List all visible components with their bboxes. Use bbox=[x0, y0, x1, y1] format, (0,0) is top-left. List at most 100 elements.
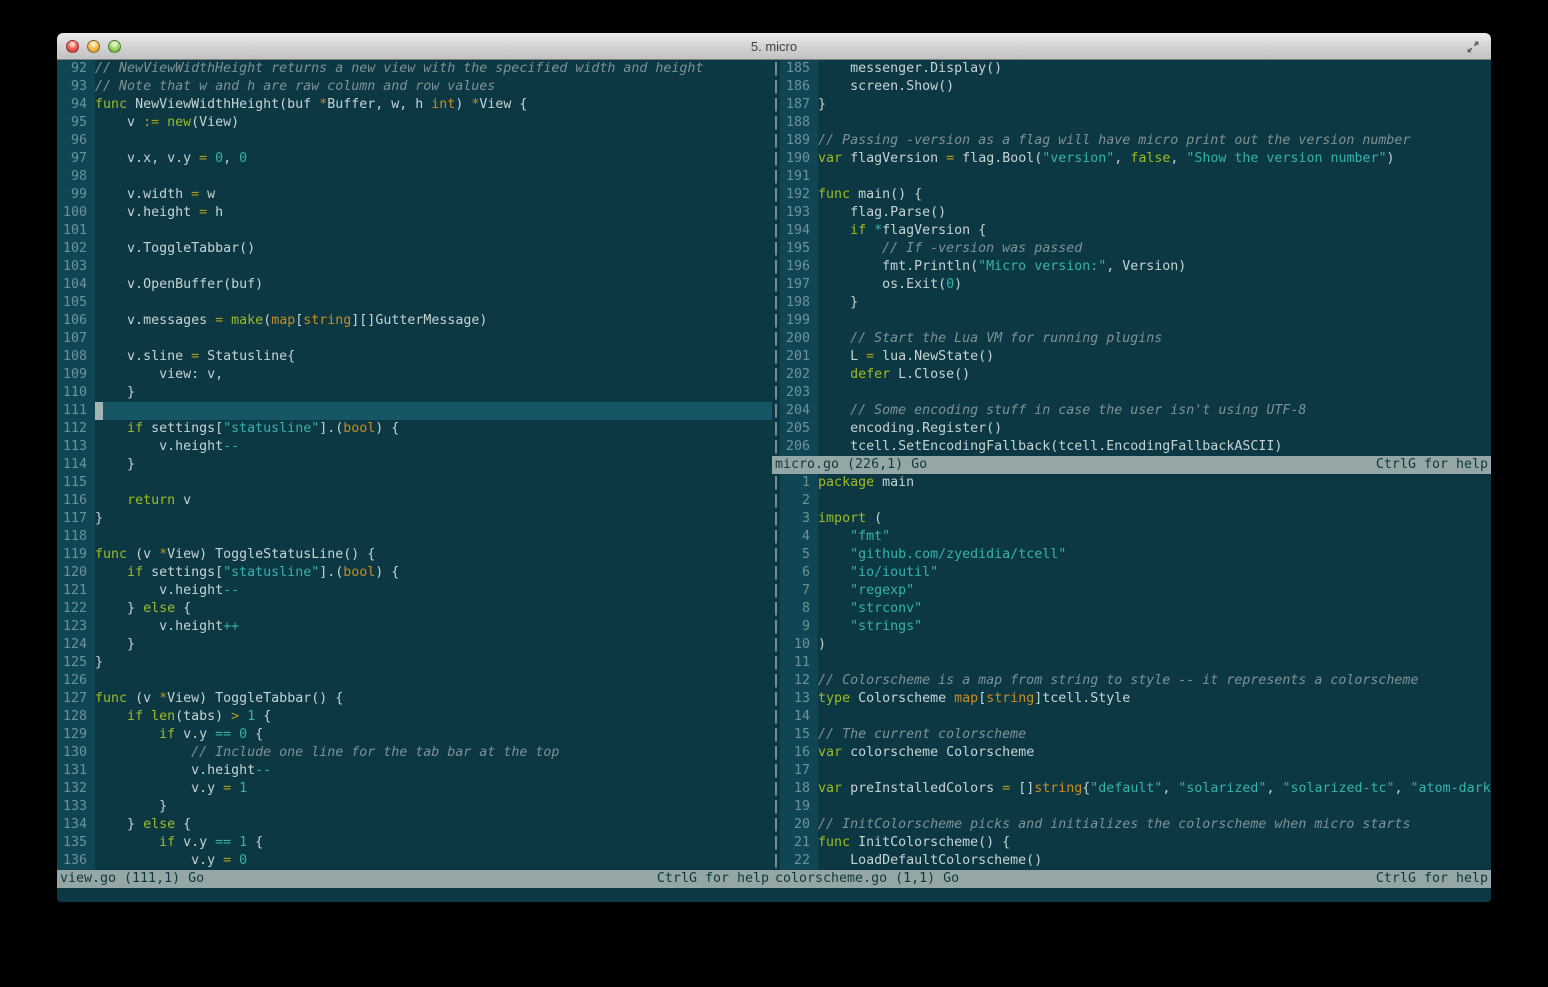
code-line[interactable]: | 199 bbox=[772, 312, 1491, 330]
code-line[interactable]: | 13 type Colorscheme map[string]tcell.S… bbox=[772, 690, 1491, 708]
code-line[interactable]: 113 v.height-- bbox=[57, 438, 772, 456]
code-line[interactable]: 93 // Note that w and h are raw column a… bbox=[57, 78, 772, 96]
code-line[interactable]: 133 } bbox=[57, 798, 772, 816]
code-line[interactable]: 132 v.y = 1 bbox=[57, 780, 772, 798]
code-line[interactable]: 126 bbox=[57, 672, 772, 690]
code-line[interactable]: 97 v.x, v.y = 0, 0 bbox=[57, 150, 772, 168]
code-line[interactable]: | 12 // Colorscheme is a map from string… bbox=[772, 672, 1491, 690]
code-line[interactable]: | 10 ) bbox=[772, 636, 1491, 654]
code-line[interactable]: | 7 "regexp" bbox=[772, 582, 1491, 600]
code-line[interactable]: 123 v.height++ bbox=[57, 618, 772, 636]
code-line[interactable]: | 8 "strconv" bbox=[772, 600, 1491, 618]
code-line[interactable]: | 14 bbox=[772, 708, 1491, 726]
line-number: 10 bbox=[780, 636, 819, 654]
code-line[interactable]: 130 // Include one line for the tab bar … bbox=[57, 744, 772, 762]
code-line[interactable]: 127 func (v *View) ToggleTabbar() { bbox=[57, 690, 772, 708]
code-line[interactable]: | 6 "io/ioutil" bbox=[772, 564, 1491, 582]
code-line[interactable]: 108 v.sline = Statusline{ bbox=[57, 348, 772, 366]
code-line[interactable]: 134 } else { bbox=[57, 816, 772, 834]
code-line[interactable]: 102 v.ToggleTabbar() bbox=[57, 240, 772, 258]
code-line[interactable]: | 18 var preInstalledColors = []string{"… bbox=[772, 780, 1491, 798]
code-line[interactable]: | 198 } bbox=[772, 294, 1491, 312]
code-line[interactable]: | 187 } bbox=[772, 96, 1491, 114]
code-line[interactable]: | 196 fmt.Println("Micro version:", Versi… bbox=[772, 258, 1491, 276]
code-line[interactable]: 112 if settings["statusline"].(bool) { bbox=[57, 420, 772, 438]
code-line[interactable]: | 185 messenger.Display() bbox=[772, 60, 1491, 78]
code-line[interactable]: 118 bbox=[57, 528, 772, 546]
code-line[interactable]: | 2 bbox=[772, 492, 1491, 510]
code-line[interactable]: | 1 package main bbox=[772, 474, 1491, 492]
line-number: 200 bbox=[780, 330, 819, 348]
code-line[interactable]: 110 } bbox=[57, 384, 772, 402]
code-line[interactable]: | 186 screen.Show() bbox=[772, 78, 1491, 96]
code-line[interactable]: 103 bbox=[57, 258, 772, 276]
line-number: 3 bbox=[780, 510, 819, 528]
code-line[interactable]: 131 v.height-- bbox=[57, 762, 772, 780]
code-line[interactable]: | 193 flag.Parse() bbox=[772, 204, 1491, 222]
code-line[interactable]: 128 if len(tabs) > 1 { bbox=[57, 708, 772, 726]
code-line[interactable]: | 188 bbox=[772, 114, 1491, 132]
code-line[interactable]: 106 v.messages = make(map[string][]Gutte… bbox=[57, 312, 772, 330]
code-line[interactable]: | 206 tcell.SetEncodingFallback(tcell.Enc… bbox=[772, 438, 1491, 456]
code-line[interactable]: | 16 var colorscheme Colorscheme bbox=[772, 744, 1491, 762]
code-line[interactable]: 99 v.width = w bbox=[57, 186, 772, 204]
line-number: 96 bbox=[57, 132, 96, 150]
code-line[interactable]: 105 bbox=[57, 294, 772, 312]
code-line[interactable]: | 200 // Start the Lua VM for running plu… bbox=[772, 330, 1491, 348]
code-line[interactable]: 124 } bbox=[57, 636, 772, 654]
code-line[interactable]: | 4 "fmt" bbox=[772, 528, 1491, 546]
code-line[interactable]: 94 func NewViewWidthHeight(buf *Buffer, … bbox=[57, 96, 772, 114]
code-line[interactable]: 109 view: v, bbox=[57, 366, 772, 384]
code-line[interactable]: 101 bbox=[57, 222, 772, 240]
code-line[interactable]: 114 } bbox=[57, 456, 772, 474]
code-line[interactable]: 104 v.OpenBuffer(buf) bbox=[57, 276, 772, 294]
code-line[interactable]: | 201 L = lua.NewState() bbox=[772, 348, 1491, 366]
code-line[interactable]: 129 if v.y == 0 { bbox=[57, 726, 772, 744]
code-line[interactable]: | 203 bbox=[772, 384, 1491, 402]
code-line[interactable]: | 191 bbox=[772, 168, 1491, 186]
code-line[interactable]: | 19 bbox=[772, 798, 1491, 816]
code-line[interactable]: 100 v.height = h bbox=[57, 204, 772, 222]
code-line[interactable]: | 192 func main() { bbox=[772, 186, 1491, 204]
code-text: } bbox=[95, 655, 104, 670]
code-line[interactable]: | 197 os.Exit(0) bbox=[772, 276, 1491, 294]
code-line[interactable]: 119 func (v *View) ToggleStatusLine() { bbox=[57, 546, 772, 564]
code-line[interactable]: | 204 // Some encoding stuff in case the … bbox=[772, 402, 1491, 420]
code-line[interactable]: 92 // NewViewWidthHeight returns a new v… bbox=[57, 60, 772, 78]
code-line[interactable]: | 15 // The current colorscheme bbox=[772, 726, 1491, 744]
line-number: 187 bbox=[780, 96, 819, 114]
code-line[interactable]: | 17 bbox=[772, 762, 1491, 780]
code-line[interactable]: 115 bbox=[57, 474, 772, 492]
code-line[interactable]: 98 bbox=[57, 168, 772, 186]
fullscreen-icon[interactable] bbox=[1465, 39, 1481, 55]
code-line[interactable]: 96 bbox=[57, 132, 772, 150]
code-line[interactable]: 135 if v.y == 1 { bbox=[57, 834, 772, 852]
code-line[interactable]: | 202 defer L.Close() bbox=[772, 366, 1491, 384]
code-line[interactable]: | 21 func InitColorscheme() { bbox=[772, 834, 1491, 852]
command-line[interactable] bbox=[57, 888, 1491, 902]
code-line[interactable]: | 189 // Passing -version as a flag will … bbox=[772, 132, 1491, 150]
code-line[interactable]: 107 bbox=[57, 330, 772, 348]
code-line[interactable]: | 22 LoadDefaultColorscheme() bbox=[772, 852, 1491, 870]
code-line[interactable]: | 194 if *flagVersion { bbox=[772, 222, 1491, 240]
line-number: 13 bbox=[780, 690, 819, 708]
code-line[interactable]: | 11 bbox=[772, 654, 1491, 672]
code-line[interactable]: 117 } bbox=[57, 510, 772, 528]
code-line[interactable]: 111 bbox=[57, 402, 772, 420]
code-line[interactable]: | 195 // If -version was passed bbox=[772, 240, 1491, 258]
code-line[interactable]: 125 } bbox=[57, 654, 772, 672]
code-line[interactable]: | 190 var flagVersion = flag.Bool("versio… bbox=[772, 150, 1491, 168]
code-line[interactable]: | 205 encoding.Register() bbox=[772, 420, 1491, 438]
code-line[interactable]: | 3 import ( bbox=[772, 510, 1491, 528]
code-line[interactable]: 95 v := new(View) bbox=[57, 114, 772, 132]
titlebar[interactable]: 5. micro bbox=[57, 33, 1491, 60]
code-line[interactable]: | 9 "strings" bbox=[772, 618, 1491, 636]
split-divider-glyph: | bbox=[772, 349, 781, 364]
code-line[interactable]: 121 v.height-- bbox=[57, 582, 772, 600]
code-line[interactable]: 122 } else { bbox=[57, 600, 772, 618]
code-line[interactable]: 120 if settings["statusline"].(bool) { bbox=[57, 564, 772, 582]
code-line[interactable]: 136 v.y = 0 bbox=[57, 852, 772, 870]
code-line[interactable]: | 5 "github.com/zyedidia/tcell" bbox=[772, 546, 1491, 564]
code-line[interactable]: | 20 // InitColorscheme picks and initia… bbox=[772, 816, 1491, 834]
code-line[interactable]: 116 return v bbox=[57, 492, 772, 510]
